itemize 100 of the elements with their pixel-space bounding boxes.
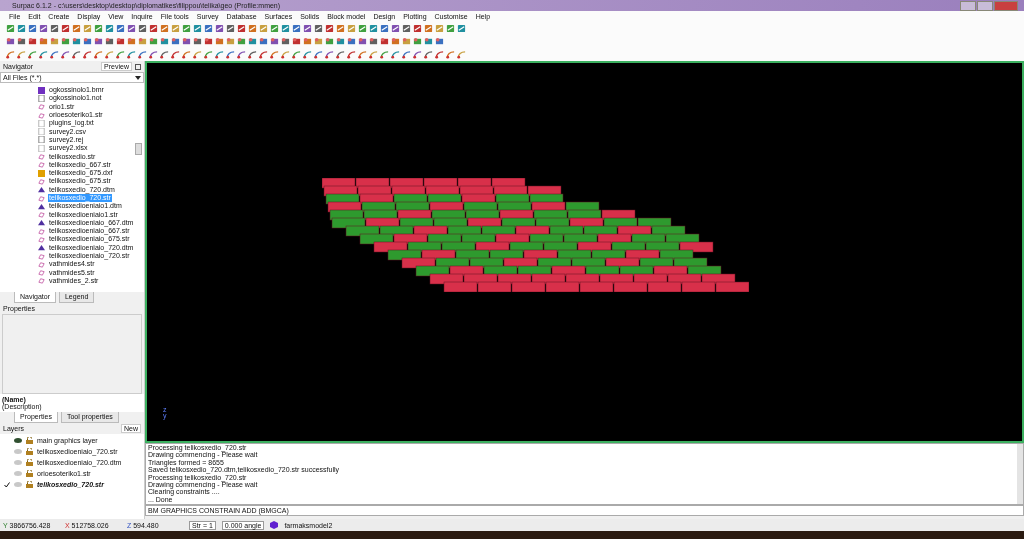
tool-icon[interactable] [149, 37, 158, 46]
tool-icon[interactable] [413, 50, 422, 59]
tool-icon[interactable] [17, 24, 26, 33]
scrollbar[interactable] [135, 143, 142, 155]
tool-icon[interactable] [182, 24, 191, 33]
tool-icon[interactable] [292, 24, 301, 33]
tool-icon[interactable] [116, 37, 125, 46]
tool-icon[interactable] [50, 37, 59, 46]
tool-icon[interactable] [281, 50, 290, 59]
tool-icon[interactable] [6, 24, 15, 33]
float-icon[interactable] [135, 63, 141, 70]
tool-icon[interactable] [424, 37, 433, 46]
tool-icon[interactable] [336, 24, 345, 33]
tool-icon[interactable] [50, 24, 59, 33]
tool-icon[interactable] [94, 24, 103, 33]
tool-icon[interactable] [127, 24, 136, 33]
tool-icon[interactable] [138, 24, 147, 33]
tool-icon[interactable] [105, 37, 114, 46]
tool-icon[interactable] [116, 50, 125, 59]
tool-icon[interactable] [281, 24, 290, 33]
tool-icon[interactable] [226, 24, 235, 33]
tool-icon[interactable] [314, 50, 323, 59]
tool-icon[interactable] [270, 37, 279, 46]
tool-icon[interactable] [314, 37, 323, 46]
tool-icon[interactable] [303, 37, 312, 46]
lock-icon[interactable] [26, 448, 33, 455]
tool-icon[interactable] [347, 37, 356, 46]
tool-icon[interactable] [171, 37, 180, 46]
tool-icon[interactable] [105, 50, 114, 59]
tool-icon[interactable] [248, 50, 257, 59]
tool-icon[interactable] [292, 50, 301, 59]
tool-icon[interactable] [380, 24, 389, 33]
tool-icon[interactable] [358, 37, 367, 46]
tool-icon[interactable] [204, 24, 213, 33]
tool-icon[interactable] [39, 24, 48, 33]
tool-icon[interactable] [215, 50, 224, 59]
tool-icon[interactable] [17, 37, 26, 46]
lock-icon[interactable] [26, 459, 33, 466]
tool-icon[interactable] [6, 50, 15, 59]
tool-icon[interactable] [336, 37, 345, 46]
tool-icon[interactable] [215, 37, 224, 46]
tool-icon[interactable] [72, 50, 81, 59]
tool-icon[interactable] [39, 37, 48, 46]
tool-icon[interactable] [270, 24, 279, 33]
tool-icon[interactable] [94, 37, 103, 46]
tool-icon[interactable] [193, 24, 202, 33]
tool-icon[interactable] [237, 50, 246, 59]
tool-icon[interactable] [182, 37, 191, 46]
tool-icon[interactable] [435, 50, 444, 59]
tool-icon[interactable] [61, 24, 70, 33]
tool-icon[interactable] [160, 24, 169, 33]
lock-icon[interactable] [26, 481, 33, 488]
tool-icon[interactable] [171, 50, 180, 59]
tool-icon[interactable] [72, 37, 81, 46]
tool-icon[interactable] [149, 24, 158, 33]
lock-icon[interactable] [26, 437, 33, 444]
scrollbar[interactable] [1017, 444, 1023, 504]
tool-icon[interactable] [413, 37, 422, 46]
tool-icon[interactable] [292, 37, 301, 46]
tool-icon[interactable] [28, 37, 37, 46]
tool-icon[interactable] [160, 50, 169, 59]
tool-icon[interactable] [138, 37, 147, 46]
tool-icon[interactable] [380, 37, 389, 46]
tool-icon[interactable] [358, 24, 367, 33]
tool-icon[interactable] [248, 37, 257, 46]
tool-icon[interactable] [358, 50, 367, 59]
tool-icon[interactable] [83, 50, 92, 59]
tool-icon[interactable] [457, 24, 466, 33]
tool-icon[interactable] [248, 24, 257, 33]
tool-icon[interactable] [259, 37, 268, 46]
tool-icon[interactable] [259, 50, 268, 59]
tool-icon[interactable] [182, 50, 191, 59]
tool-icon[interactable] [369, 37, 378, 46]
tool-icon[interactable] [424, 50, 433, 59]
tool-icon[interactable] [39, 50, 48, 59]
tool-icon[interactable] [237, 37, 246, 46]
tool-icon[interactable] [193, 37, 202, 46]
tool-icon[interactable] [215, 24, 224, 33]
tool-icon[interactable] [28, 24, 37, 33]
tool-icon[interactable] [17, 50, 26, 59]
tool-icon[interactable] [325, 50, 334, 59]
tool-icon[interactable] [413, 24, 422, 33]
lock-icon[interactable] [26, 470, 33, 477]
tool-icon[interactable] [424, 24, 433, 33]
tool-icon[interactable] [270, 50, 279, 59]
tool-icon[interactable] [303, 24, 312, 33]
tool-icon[interactable] [116, 24, 125, 33]
tool-icon[interactable] [303, 50, 312, 59]
tool-icon[interactable] [61, 50, 70, 59]
tool-icon[interactable] [226, 50, 235, 59]
tool-icon[interactable] [369, 24, 378, 33]
tool-icon[interactable] [6, 37, 15, 46]
tool-icon[interactable] [105, 24, 114, 33]
tool-icon[interactable] [160, 37, 169, 46]
tool-icon[interactable] [446, 50, 455, 59]
tool-icon[interactable] [50, 50, 59, 59]
tool-icon[interactable] [204, 37, 213, 46]
tool-icon[interactable] [94, 50, 103, 59]
tool-icon[interactable] [391, 50, 400, 59]
tool-icon[interactable] [391, 24, 400, 33]
